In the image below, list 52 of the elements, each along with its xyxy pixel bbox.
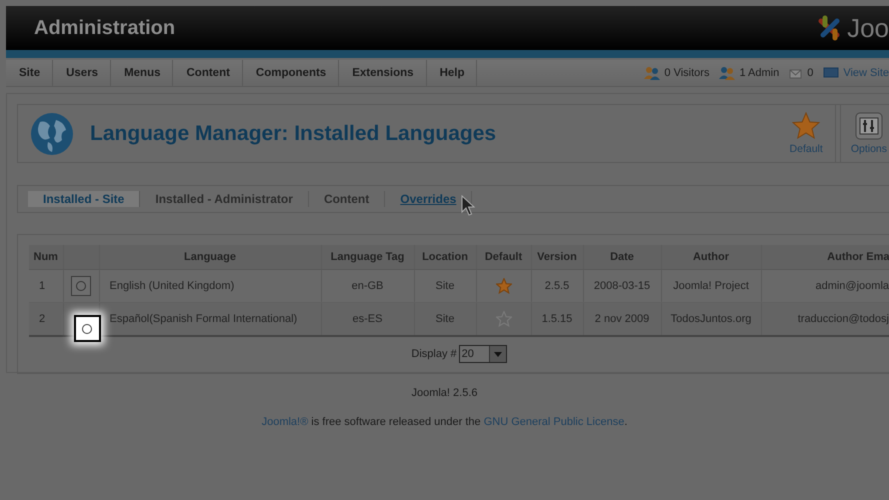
menu-item[interactable]: Content bbox=[173, 60, 243, 86]
menu-item[interactable]: Components bbox=[242, 60, 340, 86]
tab[interactable]: Installed - Site bbox=[28, 191, 140, 207]
options-icon bbox=[854, 112, 883, 140]
menu-item[interactable]: Site bbox=[6, 60, 54, 86]
status-count[interactable]: 0 Visitors bbox=[664, 67, 710, 79]
license-text: Joomla!® is free software released under the GNU General Public License. bbox=[260, 416, 628, 428]
view-site-link[interactable]: View Site bbox=[843, 67, 889, 79]
table-cell: 2 bbox=[29, 302, 63, 336]
caret-icon bbox=[494, 352, 502, 356]
joomla-link[interactable]: Joomla!® bbox=[262, 416, 308, 428]
column-header: Default bbox=[476, 245, 531, 270]
version-text: Joomla! 2.5.6 bbox=[410, 387, 479, 399]
monitor-icon bbox=[823, 67, 840, 79]
radio-button[interactable] bbox=[71, 276, 91, 296]
options-button[interactable]: Options bbox=[840, 105, 889, 162]
column-header: Language bbox=[99, 245, 321, 270]
globe-icon bbox=[30, 112, 74, 156]
cursor-icon bbox=[461, 195, 475, 217]
status-count[interactable]: 0 bbox=[807, 67, 814, 79]
display-select[interactable]: 20 bbox=[458, 345, 507, 363]
status-count[interactable]: 1 Admin bbox=[739, 67, 780, 79]
menu-item[interactable]: Extensions bbox=[339, 60, 427, 86]
default-button[interactable]: Default bbox=[778, 105, 836, 162]
column-header: Date bbox=[583, 245, 661, 270]
column-header: Location bbox=[414, 245, 476, 270]
radio-button[interactable] bbox=[82, 324, 92, 334]
star-icon[interactable] bbox=[496, 278, 512, 294]
table-cell: Site bbox=[414, 302, 476, 336]
table-cell: TodosJuntos.org bbox=[661, 302, 761, 336]
menu-item[interactable]: Menus bbox=[111, 60, 174, 86]
logo-text: Joo bbox=[847, 13, 889, 43]
column-header: Version bbox=[531, 245, 583, 270]
table-cell: es-ES bbox=[321, 302, 414, 336]
menu-item[interactable]: Users bbox=[53, 60, 112, 86]
site-title: Administration bbox=[34, 16, 176, 40]
column-header: Num bbox=[29, 245, 63, 270]
tab[interactable]: Content bbox=[308, 191, 386, 207]
license-link[interactable]: GNU General Public License bbox=[484, 416, 624, 428]
column-header: Author bbox=[661, 245, 761, 270]
display-label: Display # bbox=[411, 348, 457, 360]
tab[interactable]: Installed - Administrator bbox=[140, 191, 309, 207]
users-icon bbox=[644, 66, 660, 80]
mail-icon bbox=[789, 67, 804, 79]
table-cell: 1.5.15 bbox=[531, 302, 583, 336]
page-title: Language Manager: Installed Languages bbox=[90, 122, 498, 146]
table-cell: 2 nov 2009 bbox=[583, 302, 661, 336]
menu-item[interactable]: Help bbox=[426, 60, 478, 86]
table-cell: Español(Spanish Formal International) bbox=[99, 302, 321, 336]
table-cell: traduccion@todosj bbox=[761, 302, 889, 336]
star-icon bbox=[792, 112, 820, 140]
column-header: Language Tag bbox=[321, 245, 414, 270]
